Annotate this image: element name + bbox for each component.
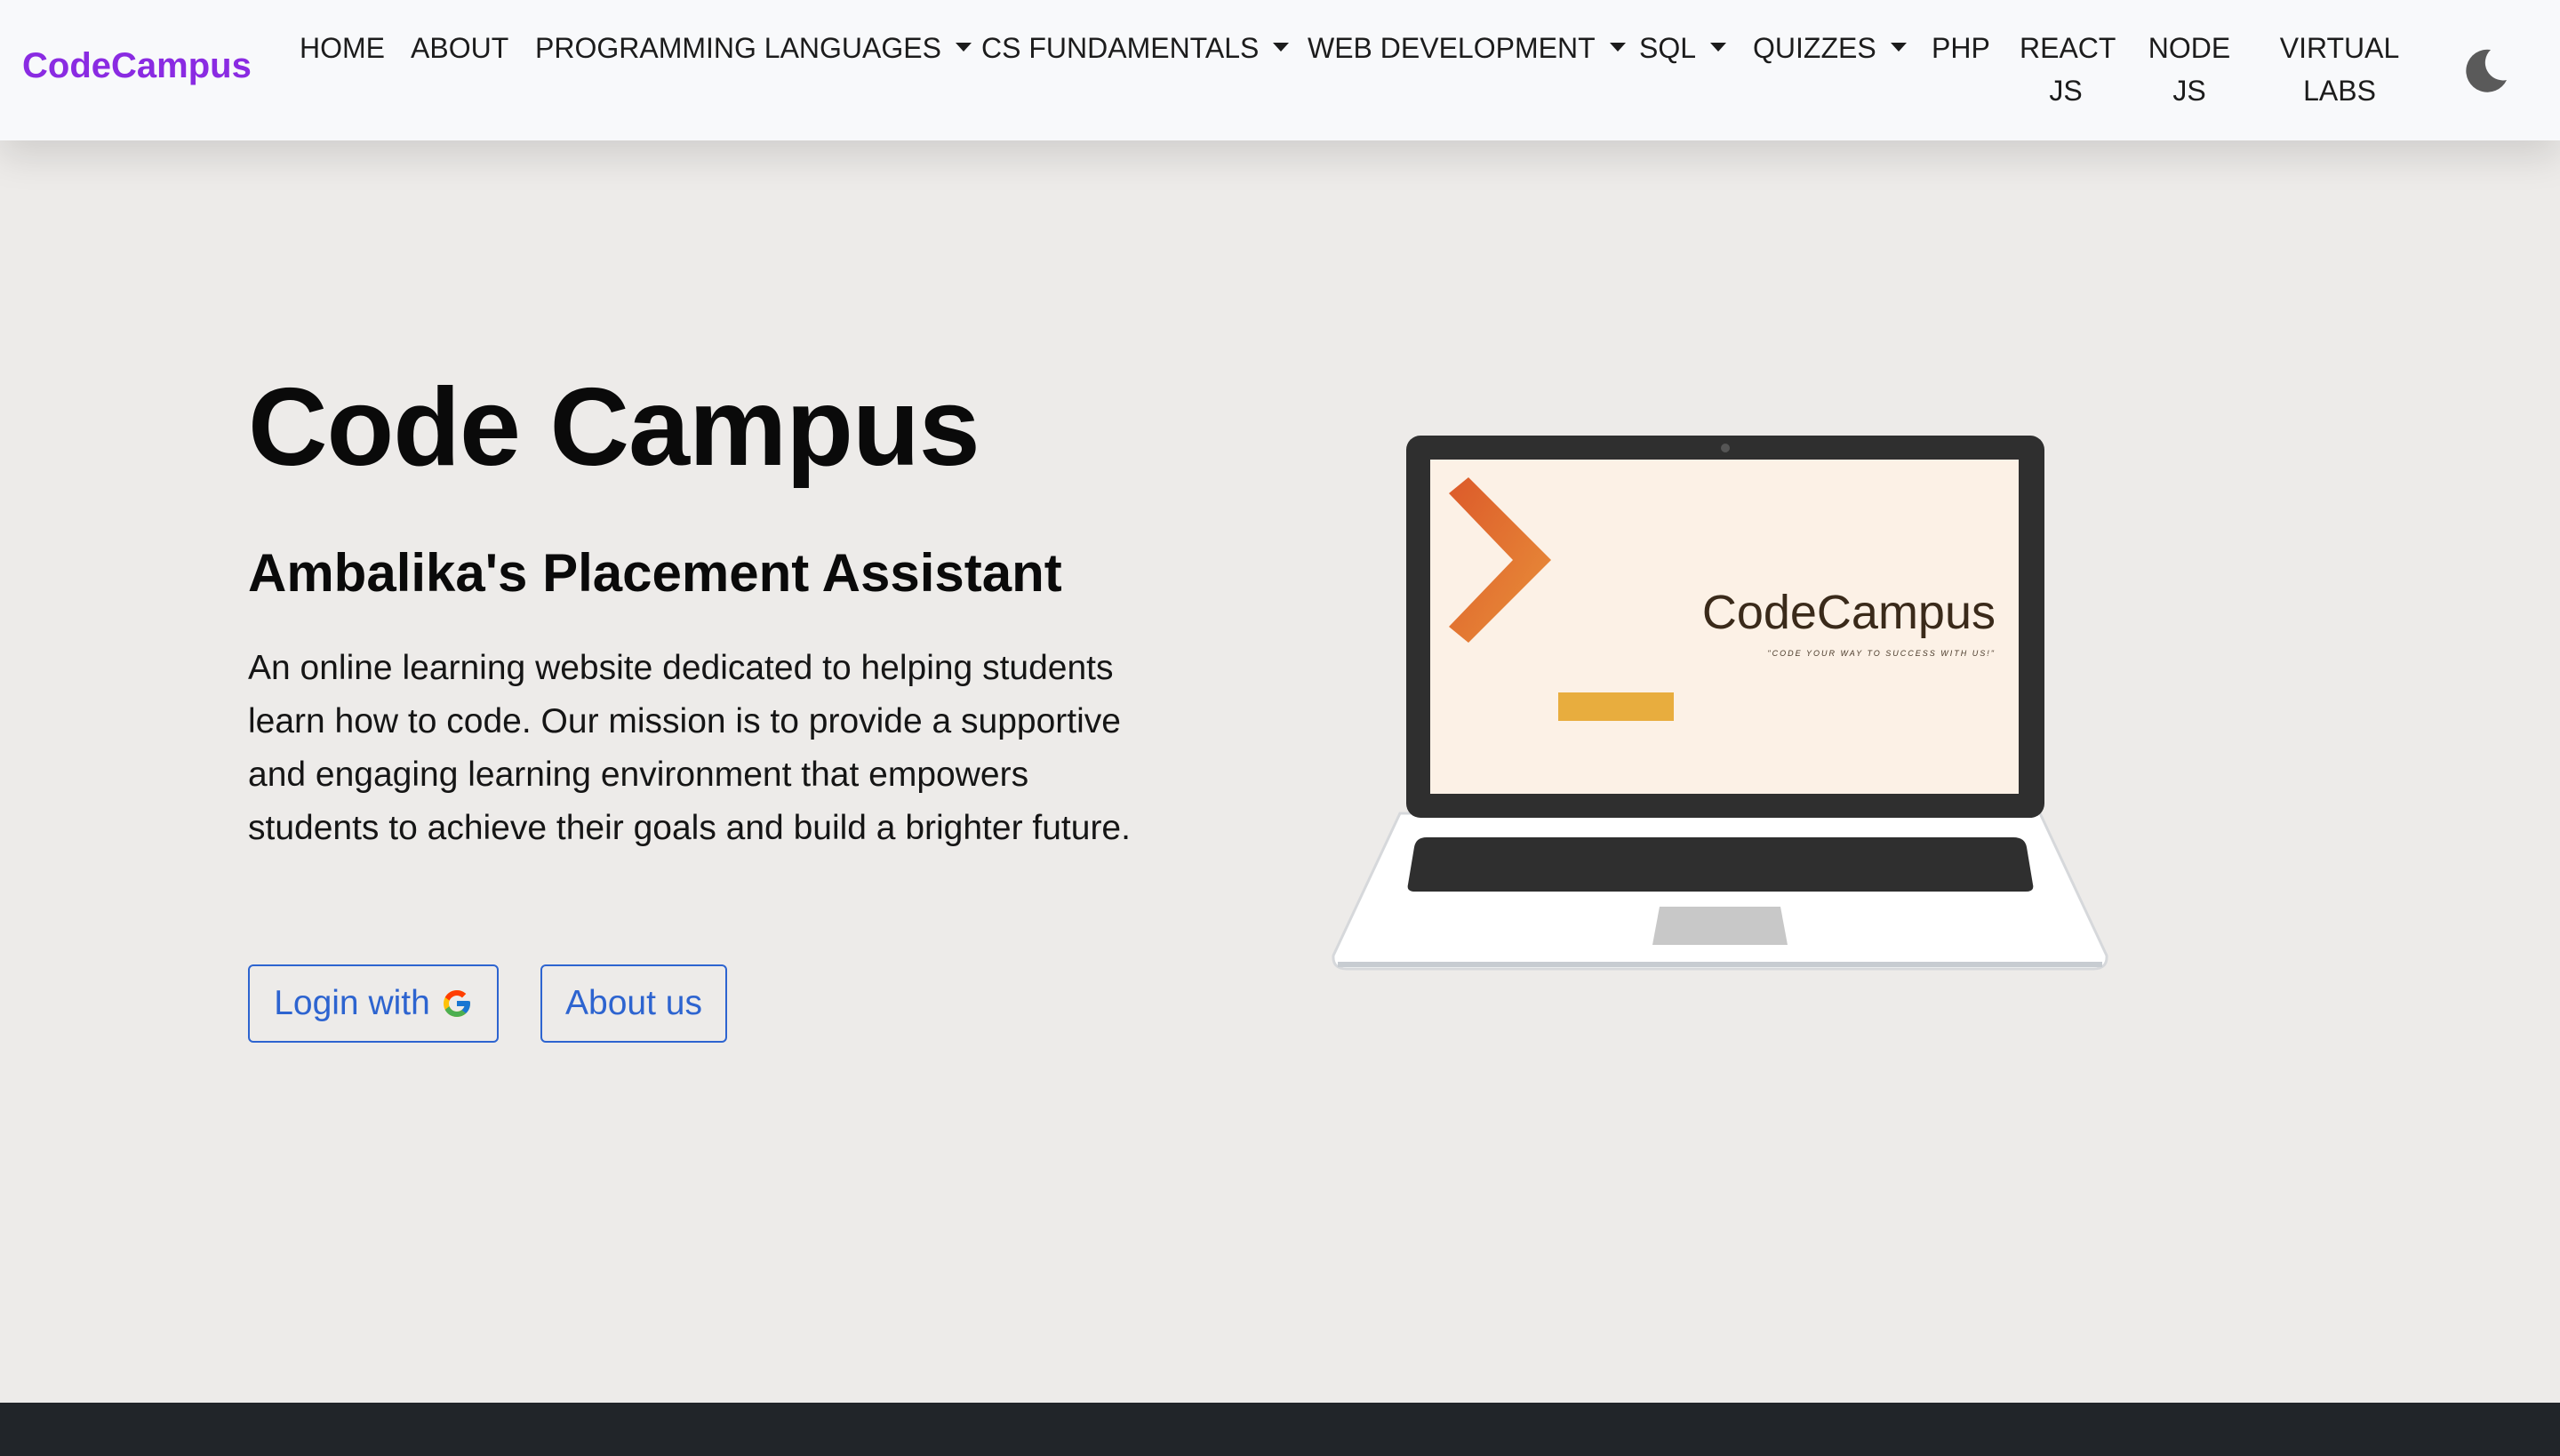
- top-navbar: CodeCampus HOME ABOUT PROGRAMMING LANGUA…: [0, 0, 2560, 140]
- nav-item-virtual-labs[interactable]: VIRTUAL LABS: [2277, 27, 2402, 112]
- login-with-google-button[interactable]: Login with: [248, 964, 499, 1043]
- nav-item-label: PHP: [1932, 32, 1990, 64]
- nav-item-label: PROGRAMMING LANGUAGES: [535, 32, 941, 64]
- nav-dropdown-cs-fundamentals[interactable]: CS FUNDAMENTALS: [981, 27, 1290, 69]
- nav-item-label: WEB DEVELOPMENT: [1308, 32, 1596, 64]
- nav-item-label-line2: JS: [2049, 75, 2083, 107]
- caret-down-icon: [1273, 42, 1290, 52]
- nav-item-react-js[interactable]: REACT JS: [2020, 27, 2116, 112]
- nav-item-php[interactable]: PHP: [1932, 27, 1990, 69]
- caret-down-icon: [955, 42, 972, 52]
- about-button-label: About us: [565, 984, 702, 1022]
- underscore-bar: [1558, 692, 1674, 721]
- nav-dropdown-programming-languages[interactable]: PROGRAMMING LANGUAGES: [535, 27, 972, 69]
- nav-dropdown-web-development[interactable]: WEB DEVELOPMENT: [1308, 27, 1626, 69]
- caret-down-icon: [1710, 42, 1727, 52]
- nav-item-label: NODE: [2148, 32, 2231, 64]
- nav-item-home[interactable]: HOME: [300, 27, 385, 69]
- google-icon: [443, 990, 470, 1017]
- moon-icon[interactable]: [2460, 46, 2510, 96]
- hero-description: An online learning website dedicated to …: [248, 649, 1131, 847]
- nav-item-label-line2: JS: [2172, 75, 2206, 107]
- hero-title: Code Campus: [248, 366, 980, 489]
- nav-item-about[interactable]: ABOUT: [411, 27, 508, 69]
- login-button-label: Login with: [274, 984, 430, 1022]
- caret-down-icon: [1609, 42, 1626, 52]
- nav-item-label: QUIZZES: [1753, 32, 1876, 64]
- nav-item-label: REACT: [2020, 32, 2116, 64]
- nav-item-label: CS FUNDAMENTALS: [981, 32, 1260, 64]
- caret-down-icon: [1890, 42, 1907, 52]
- nav-item-label-line2: LABS: [2303, 75, 2376, 107]
- nav-dropdown-sql[interactable]: SQL: [1639, 27, 1727, 69]
- laptop-illustration: CodeCampus "CODE YOUR WAY TO SUCCESS WIT…: [1332, 436, 2108, 971]
- nav-item-label: ABOUT: [411, 32, 509, 64]
- screen-brand-text: CodeCampus: [1702, 586, 1996, 639]
- screen-tagline-text: "CODE YOUR WAY TO SUCCESS WITH US!": [1767, 649, 1996, 658]
- nav-item-node-js[interactable]: NODE JS: [2147, 27, 2232, 112]
- footer-bar: [0, 1403, 2560, 1456]
- hero-subtitle: Ambalika's Placement Assistant: [248, 543, 1062, 603]
- brand-logo[interactable]: CodeCampus: [22, 46, 252, 86]
- nav-dropdown-quizzes[interactable]: QUIZZES: [1753, 27, 1907, 69]
- about-us-button[interactable]: About us: [540, 964, 727, 1043]
- nav-item-label: SQL: [1639, 32, 1697, 64]
- nav-item-label: HOME: [300, 32, 385, 64]
- nav-item-label: VIRTUAL: [2279, 32, 2400, 64]
